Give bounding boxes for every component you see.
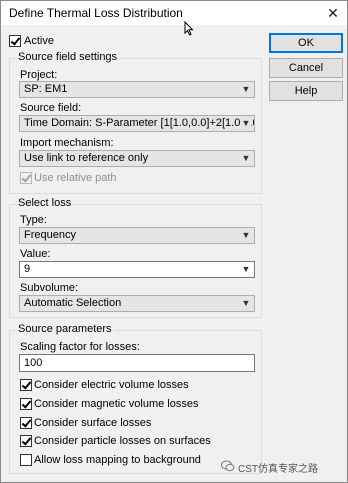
chevron-down-icon: ▼: [241, 151, 251, 166]
source-field-value: Time Domain: S-Parameter [1[1.0,0.0]+2[1…: [24, 117, 255, 129]
import-mechanism-label: Import mechanism:: [20, 137, 114, 149]
cancel-button[interactable]: Cancel: [269, 58, 343, 78]
magnetic-volume-losses-checkbox[interactable]: [20, 398, 32, 410]
chevron-down-icon: ▼: [241, 296, 251, 311]
source-field-settings-title: Source field settings: [16, 51, 120, 63]
chevron-down-icon: ▼: [241, 116, 251, 131]
source-parameters-title: Source parameters: [16, 323, 114, 335]
particle-losses-label: Consider particle losses on surfaces: [34, 435, 211, 447]
value-value: 9: [24, 263, 31, 275]
value-label: Value:: [20, 248, 51, 260]
chevron-down-icon: ▼: [241, 262, 251, 277]
type-label: Type:: [20, 214, 47, 226]
project-label: Project:: [20, 69, 58, 81]
dialog-window: Define Thermal Loss Distribution ✕ Activ…: [0, 0, 348, 483]
subvolume-dropdown[interactable]: Automatic Selection ▼: [19, 295, 255, 312]
import-mechanism-dropdown[interactable]: Use link to reference only ▼: [19, 150, 255, 167]
project-value: SP: EM1: [24, 83, 68, 95]
loss-mapping-background-label: Allow loss mapping to background: [34, 454, 201, 466]
scaling-factor-label: Scaling factor for losses:: [20, 341, 140, 353]
project-dropdown[interactable]: SP: EM1 ▼: [19, 81, 255, 98]
electric-volume-losses-checkbox[interactable]: [20, 379, 32, 391]
help-button[interactable]: Help: [269, 81, 343, 101]
watermark-text: CST仿真专家之路: [238, 464, 318, 475]
mouse-pointer-icon: [184, 21, 194, 36]
chevron-down-icon: ▼: [241, 228, 251, 243]
loss-mapping-background-checkbox[interactable]: [20, 454, 32, 466]
value-combobox[interactable]: 9 ▼: [19, 261, 255, 278]
relative-path-checkbox[interactable]: [20, 172, 32, 184]
source-field-label: Source field:: [20, 102, 82, 114]
close-icon[interactable]: ✕: [323, 3, 343, 23]
subvolume-label: Subvolume:: [20, 282, 79, 294]
type-value: Frequency: [24, 229, 76, 241]
source-field-dropdown[interactable]: Time Domain: S-Parameter [1[1.0,0.0]+2[1…: [19, 115, 255, 132]
subvolume-value: Automatic Selection: [24, 297, 122, 309]
type-dropdown[interactable]: Frequency ▼: [19, 227, 255, 244]
import-mechanism-value: Use link to reference only: [24, 152, 149, 164]
chevron-down-icon: ▼: [241, 82, 251, 97]
window-title: Define Thermal Loss Distribution: [9, 6, 183, 20]
active-checkbox[interactable]: [9, 35, 21, 47]
title-bar: Define Thermal Loss Distribution ✕: [1, 1, 347, 25]
ok-button[interactable]: OK: [269, 33, 343, 53]
surface-losses-checkbox[interactable]: [20, 417, 32, 429]
particle-losses-checkbox[interactable]: [20, 435, 32, 447]
relative-path-label: Use relative path: [34, 172, 117, 184]
magnetic-volume-losses-label: Consider magnetic volume losses: [34, 398, 199, 410]
wechat-icon: [221, 460, 235, 472]
select-loss-title: Select loss: [16, 197, 74, 209]
surface-losses-label: Consider surface losses: [34, 417, 152, 429]
electric-volume-losses-label: Consider electric volume losses: [34, 379, 189, 391]
active-label: Active: [24, 35, 54, 47]
scaling-factor-input[interactable]: 100: [19, 354, 255, 372]
